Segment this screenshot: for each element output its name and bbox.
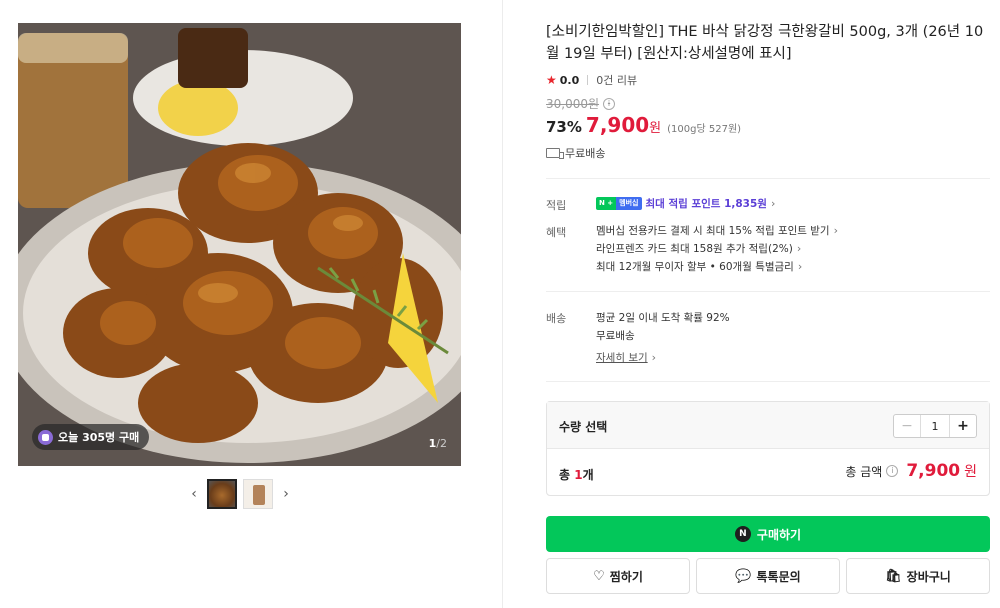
product-page: 오늘 305명 구매 1/2 ‹ › [소비기한임박할인] THE 바삭 닭강정… xyxy=(0,0,1000,608)
delivery-line-2: 무료배송 xyxy=(596,330,635,342)
npay-membership-badge: N + 멤버십 xyxy=(596,197,642,210)
chevron-right-icon: › xyxy=(796,242,802,255)
cart-button[interactable]: 🛍 장바구니 xyxy=(846,558,990,594)
max-points-text: 최대 적립 포인트 1,835원 xyxy=(645,198,767,210)
product-main-image[interactable]: 오늘 305명 구매 1/2 xyxy=(18,23,461,466)
product-gallery: 오늘 305명 구매 1/2 ‹ › xyxy=(0,0,502,608)
total-count-suffix: 개 xyxy=(582,468,594,482)
delivery-label: 배송 xyxy=(546,312,567,325)
original-price: 30,000원 xyxy=(546,97,600,111)
benefit-line-2-text: 라인프렌즈 카드 최대 158원 추가 적립(2%) xyxy=(596,243,793,255)
chevron-right-icon: › xyxy=(651,351,657,364)
image-counter: 1/2 xyxy=(429,437,447,450)
talk-inquiry-button[interactable]: 💬 톡톡문의 xyxy=(696,558,840,594)
total-amount: 총 금액 i 7,900 원 xyxy=(845,461,977,481)
quantity-value[interactable]: 1 xyxy=(921,415,949,437)
benefit-line-3[interactable]: 최대 12개월 무이자 할부 • 60개월 특별금리 › xyxy=(596,259,802,274)
naver-pay-icon: N xyxy=(734,526,751,542)
benefit-line-3-text: 최대 12개월 무이자 할부 • 60개월 특별금리 xyxy=(596,261,794,273)
cart-icon: 🛍 xyxy=(885,568,902,584)
quantity-stepper: − 1 + xyxy=(893,414,977,438)
delivery-detail-link[interactable]: 자세히 보기 › xyxy=(596,350,656,365)
rating-score: 0.0 xyxy=(559,73,580,87)
chat-bubble-icon: 💬 xyxy=(735,568,752,584)
heart-icon: ♡ xyxy=(593,568,605,584)
total-amount-label: 총 금액 xyxy=(845,464,883,479)
price-row: 73% 7,900 원 (100g당 527원) xyxy=(546,113,741,137)
chevron-right-icon: › xyxy=(833,224,838,237)
delivery-line-1: 평균 2일 이내 도착 확률 92% xyxy=(596,312,730,324)
chevron-right-icon[interactable]: › xyxy=(279,486,293,502)
points-row[interactable]: N + 멤버십 최대 적립 포인트 1,835원 › xyxy=(596,196,775,211)
divider xyxy=(546,381,990,382)
wish-button[interactable]: ♡ 찜하기 xyxy=(546,558,690,594)
delivery-detail-text: 자세히 보기 xyxy=(596,352,648,364)
shipping-summary-text: 무료배송 xyxy=(565,147,606,160)
benefit-label: 혜택 xyxy=(546,226,567,239)
thumbnail-1[interactable] xyxy=(207,479,237,509)
buy-button[interactable]: N 구매하기 xyxy=(546,516,990,552)
buy-button-label: 구매하기 xyxy=(756,527,802,542)
today-purchase-badge: 오늘 305명 구매 xyxy=(32,424,150,450)
total-count: 총 1개 xyxy=(559,466,594,483)
secondary-actions: ♡ 찜하기 💬 톡톡문의 🛍 장바구니 xyxy=(546,558,990,594)
sale-price: 7,900 xyxy=(585,113,650,137)
truck-icon xyxy=(546,148,564,159)
rating-row: ★ 0.0 0건 리뷰 xyxy=(546,72,637,88)
wish-button-label: 찜하기 xyxy=(609,569,643,584)
chevron-right-icon: › xyxy=(797,260,803,273)
chevron-right-icon: › xyxy=(770,197,776,210)
today-purchase-text: 오늘 305명 구매 xyxy=(58,431,140,444)
unit-price: (100g당 527원) xyxy=(667,124,742,135)
benefit-line-1-text: 멤버십 전용카드 결제 시 최대 15% 적립 포인트 받기 xyxy=(596,225,830,237)
rating-separator xyxy=(587,75,589,85)
npay-badge-n: N + xyxy=(596,197,617,210)
original-price-row: 30,000원 i xyxy=(546,95,616,112)
info-icon[interactable]: i xyxy=(603,97,616,110)
column-divider xyxy=(502,0,503,608)
benefit-line-2[interactable]: 라인프렌즈 카드 최대 158원 추가 적립(2%) › xyxy=(596,241,801,256)
quantity-header: 수량 선택 − 1 + xyxy=(547,402,989,449)
cart-button-label: 장바구니 xyxy=(906,569,951,584)
chevron-left-icon[interactable]: ‹ xyxy=(187,486,201,502)
total-amount-value: 7,900 xyxy=(906,461,961,481)
benefit-line-1[interactable]: 멤버십 전용카드 결제 시 최대 15% 적립 포인트 받기 › xyxy=(596,223,838,238)
star-icon: ★ xyxy=(546,73,557,87)
talk-inquiry-label: 톡톡문의 xyxy=(756,569,801,584)
quantity-minus-button[interactable]: − xyxy=(894,415,921,437)
thumbnail-2[interactable] xyxy=(243,479,273,509)
total-count-prefix: 총 xyxy=(559,468,575,482)
shipping-summary: 무료배송 xyxy=(546,145,605,161)
divider xyxy=(546,178,990,179)
total-amount-unit: 원 xyxy=(964,464,977,480)
review-count-link[interactable]: 0건 리뷰 xyxy=(596,72,637,88)
thumbnail-strip: ‹ › xyxy=(187,479,293,509)
quantity-title: 수량 선택 xyxy=(559,420,608,434)
quantity-plus-button[interactable]: + xyxy=(949,415,976,437)
quantity-summary: 총 1개 총 금액 i 7,900 원 xyxy=(547,449,989,495)
image-counter-total: /2 xyxy=(436,437,447,450)
sale-price-unit: 원 xyxy=(649,121,662,136)
shopping-bag-icon xyxy=(38,429,53,445)
npay-badge-membership: 멤버십 xyxy=(616,197,642,210)
discount-rate: 73% xyxy=(546,118,582,136)
points-label: 적립 xyxy=(546,199,567,212)
divider xyxy=(546,291,990,292)
total-count-number: 1 xyxy=(574,468,583,482)
fried-chicken-photo xyxy=(18,23,461,466)
product-info: [소비기한임박할인] THE 바삭 닭강정 극한왕갈비 500g, 3개 (26… xyxy=(546,0,990,608)
info-icon[interactable]: i xyxy=(886,465,899,477)
quantity-box: 수량 선택 − 1 + 총 1개 총 금액 i 7,900 원 xyxy=(546,401,990,496)
product-title: [소비기한임박할인] THE 바삭 닭강정 극한왕갈비 500g, 3개 (26… xyxy=(546,24,984,62)
